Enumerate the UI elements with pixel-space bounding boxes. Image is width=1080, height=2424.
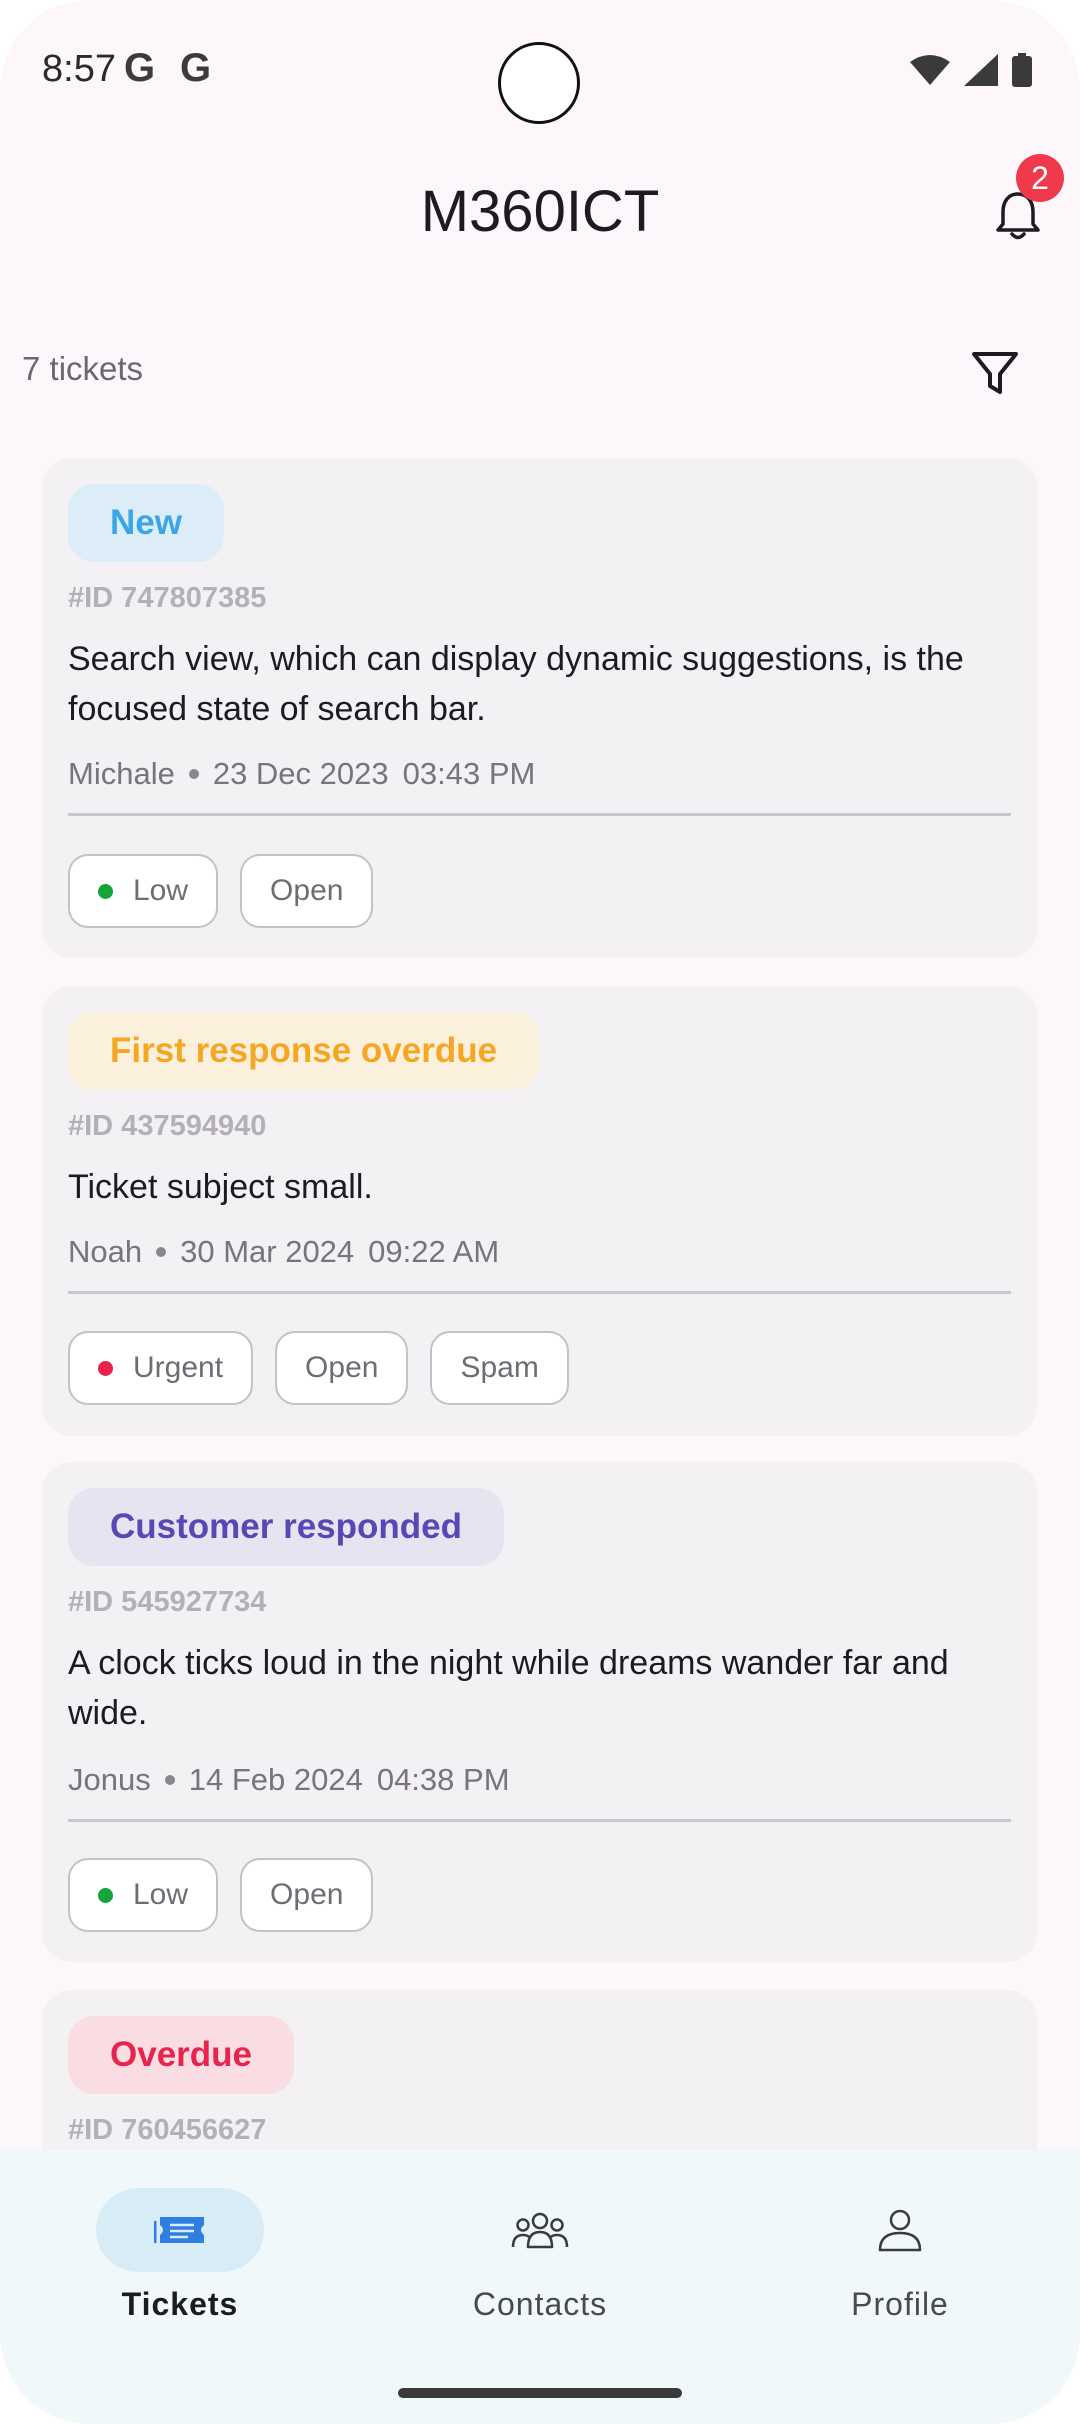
separator-dot <box>156 1247 167 1257</box>
ticket-id: #ID 760456627 <box>68 2114 267 2146</box>
google-notification-icon: G <box>180 46 212 90</box>
status-bar: 8:57 G G <box>0 0 1080 140</box>
ticket-date: 23 Dec 2023 <box>212 756 389 791</box>
status-tag: New <box>68 484 224 562</box>
chip-label: Open <box>270 1878 344 1911</box>
ticket-meta: Noah 30 Mar 2024 09:22 AM <box>68 1234 499 1270</box>
icon-holder <box>456 2188 624 2272</box>
chip-label: Low <box>133 1878 189 1911</box>
priority-chip[interactable]: Low <box>68 1858 219 1932</box>
ticket-author: Michale <box>68 756 175 791</box>
priority-chip[interactable]: Urgent <box>68 1331 254 1405</box>
app-title: M360ICT <box>420 179 660 244</box>
chip-row: Urgent Open Spam <box>68 1331 569 1405</box>
priority-chip[interactable]: Low <box>68 854 219 928</box>
ticket-meta: Michale 23 Dec 2023 03:43 PM <box>68 756 535 792</box>
ticket-id: #ID 747807385 <box>68 582 267 614</box>
battery-icon <box>1012 53 1032 87</box>
status-time: 8:57 <box>42 48 116 90</box>
ticket-time: 04:38 PM <box>376 1762 510 1797</box>
nav-contacts[interactable]: Contacts <box>390 2188 690 2323</box>
state-chip[interactable]: Open <box>240 854 374 928</box>
ticket-subject: Search view, which can display dynamic s… <box>68 640 964 728</box>
ticket-id: #ID 437594940 <box>68 1110 267 1142</box>
status-tag: Customer responded <box>68 1488 504 1566</box>
ticket-author: Jonus <box>68 1762 151 1797</box>
ticket-date: 30 Mar 2024 <box>180 1234 355 1269</box>
nav-label: Tickets <box>121 2286 239 2322</box>
ticket-time: 09:22 AM <box>368 1234 500 1269</box>
signal-icon <box>964 54 998 86</box>
ticket-icon <box>154 2217 204 2243</box>
system-icons <box>910 50 1032 90</box>
status-tag: Overdue <box>68 2016 294 2094</box>
chip-row: Low Open <box>68 854 374 928</box>
nav-label: Profile <box>851 2286 949 2322</box>
chip-label: Urgent <box>133 1351 224 1384</box>
camera-cutout <box>498 42 580 124</box>
active-indicator <box>96 2188 264 2272</box>
nav-tickets[interactable]: Tickets <box>30 2188 330 2323</box>
ticket-author: Noah <box>68 1234 143 1269</box>
status-tag: First response overdue <box>68 1012 540 1090</box>
nav-profile[interactable]: Profile <box>750 2188 1050 2323</box>
spam-chip[interactable]: Spam <box>430 1331 569 1405</box>
chip-label: Open <box>270 874 344 907</box>
ticket-card[interactable]: First response overdue #ID 437594940 Tic… <box>42 986 1037 1436</box>
ticket-card[interactable]: New #ID 747807385 Search view, which can… <box>42 458 1037 958</box>
contacts-icon <box>511 2212 569 2249</box>
nav-label: Contacts <box>472 2286 608 2322</box>
chip-row: Low Open <box>68 1858 374 1932</box>
ticket-count: 7 tickets <box>22 350 144 387</box>
divider <box>68 1291 1011 1294</box>
divider <box>68 1819 1011 1822</box>
ticket-meta: Jonus 14 Feb 2024 04:38 PM <box>68 1762 510 1798</box>
priority-dot <box>98 1360 113 1376</box>
separator-dot <box>164 1775 175 1785</box>
notification-badge: 2 <box>1016 154 1064 202</box>
google-notification-icon: G <box>124 46 156 90</box>
chip-label: Open <box>305 1351 379 1384</box>
phone-screen: 8:57 G G M360ICT 2 7 tickets New #ID 747… <box>0 0 1080 2424</box>
chip-label: Low <box>133 874 189 907</box>
divider <box>68 813 1011 816</box>
state-chip[interactable]: Open <box>240 1858 374 1932</box>
profile-icon <box>878 2209 922 2252</box>
ticket-card[interactable]: Customer responded #ID 545927734 A clock… <box>42 1462 1037 1962</box>
ticket-subject: A clock ticks loud in the night while dr… <box>68 1644 949 1732</box>
filter-icon[interactable] <box>970 348 1020 398</box>
priority-dot <box>98 883 113 899</box>
home-indicator[interactable] <box>398 2388 682 2398</box>
ticket-id: #ID 545927734 <box>68 1586 267 1618</box>
separator-dot <box>188 769 199 779</box>
chip-label: Spam <box>460 1351 539 1384</box>
wifi-icon <box>910 55 950 85</box>
ticket-time: 03:43 PM <box>402 756 536 791</box>
bottom-navigation: Tickets Contacts Profile <box>0 2150 1080 2424</box>
priority-dot <box>98 1887 113 1903</box>
state-chip[interactable]: Open <box>275 1331 409 1405</box>
ticket-date: 14 Feb 2024 <box>188 1762 363 1797</box>
ticket-subject: Ticket subject small. <box>68 1168 373 1206</box>
icon-holder <box>816 2188 984 2272</box>
